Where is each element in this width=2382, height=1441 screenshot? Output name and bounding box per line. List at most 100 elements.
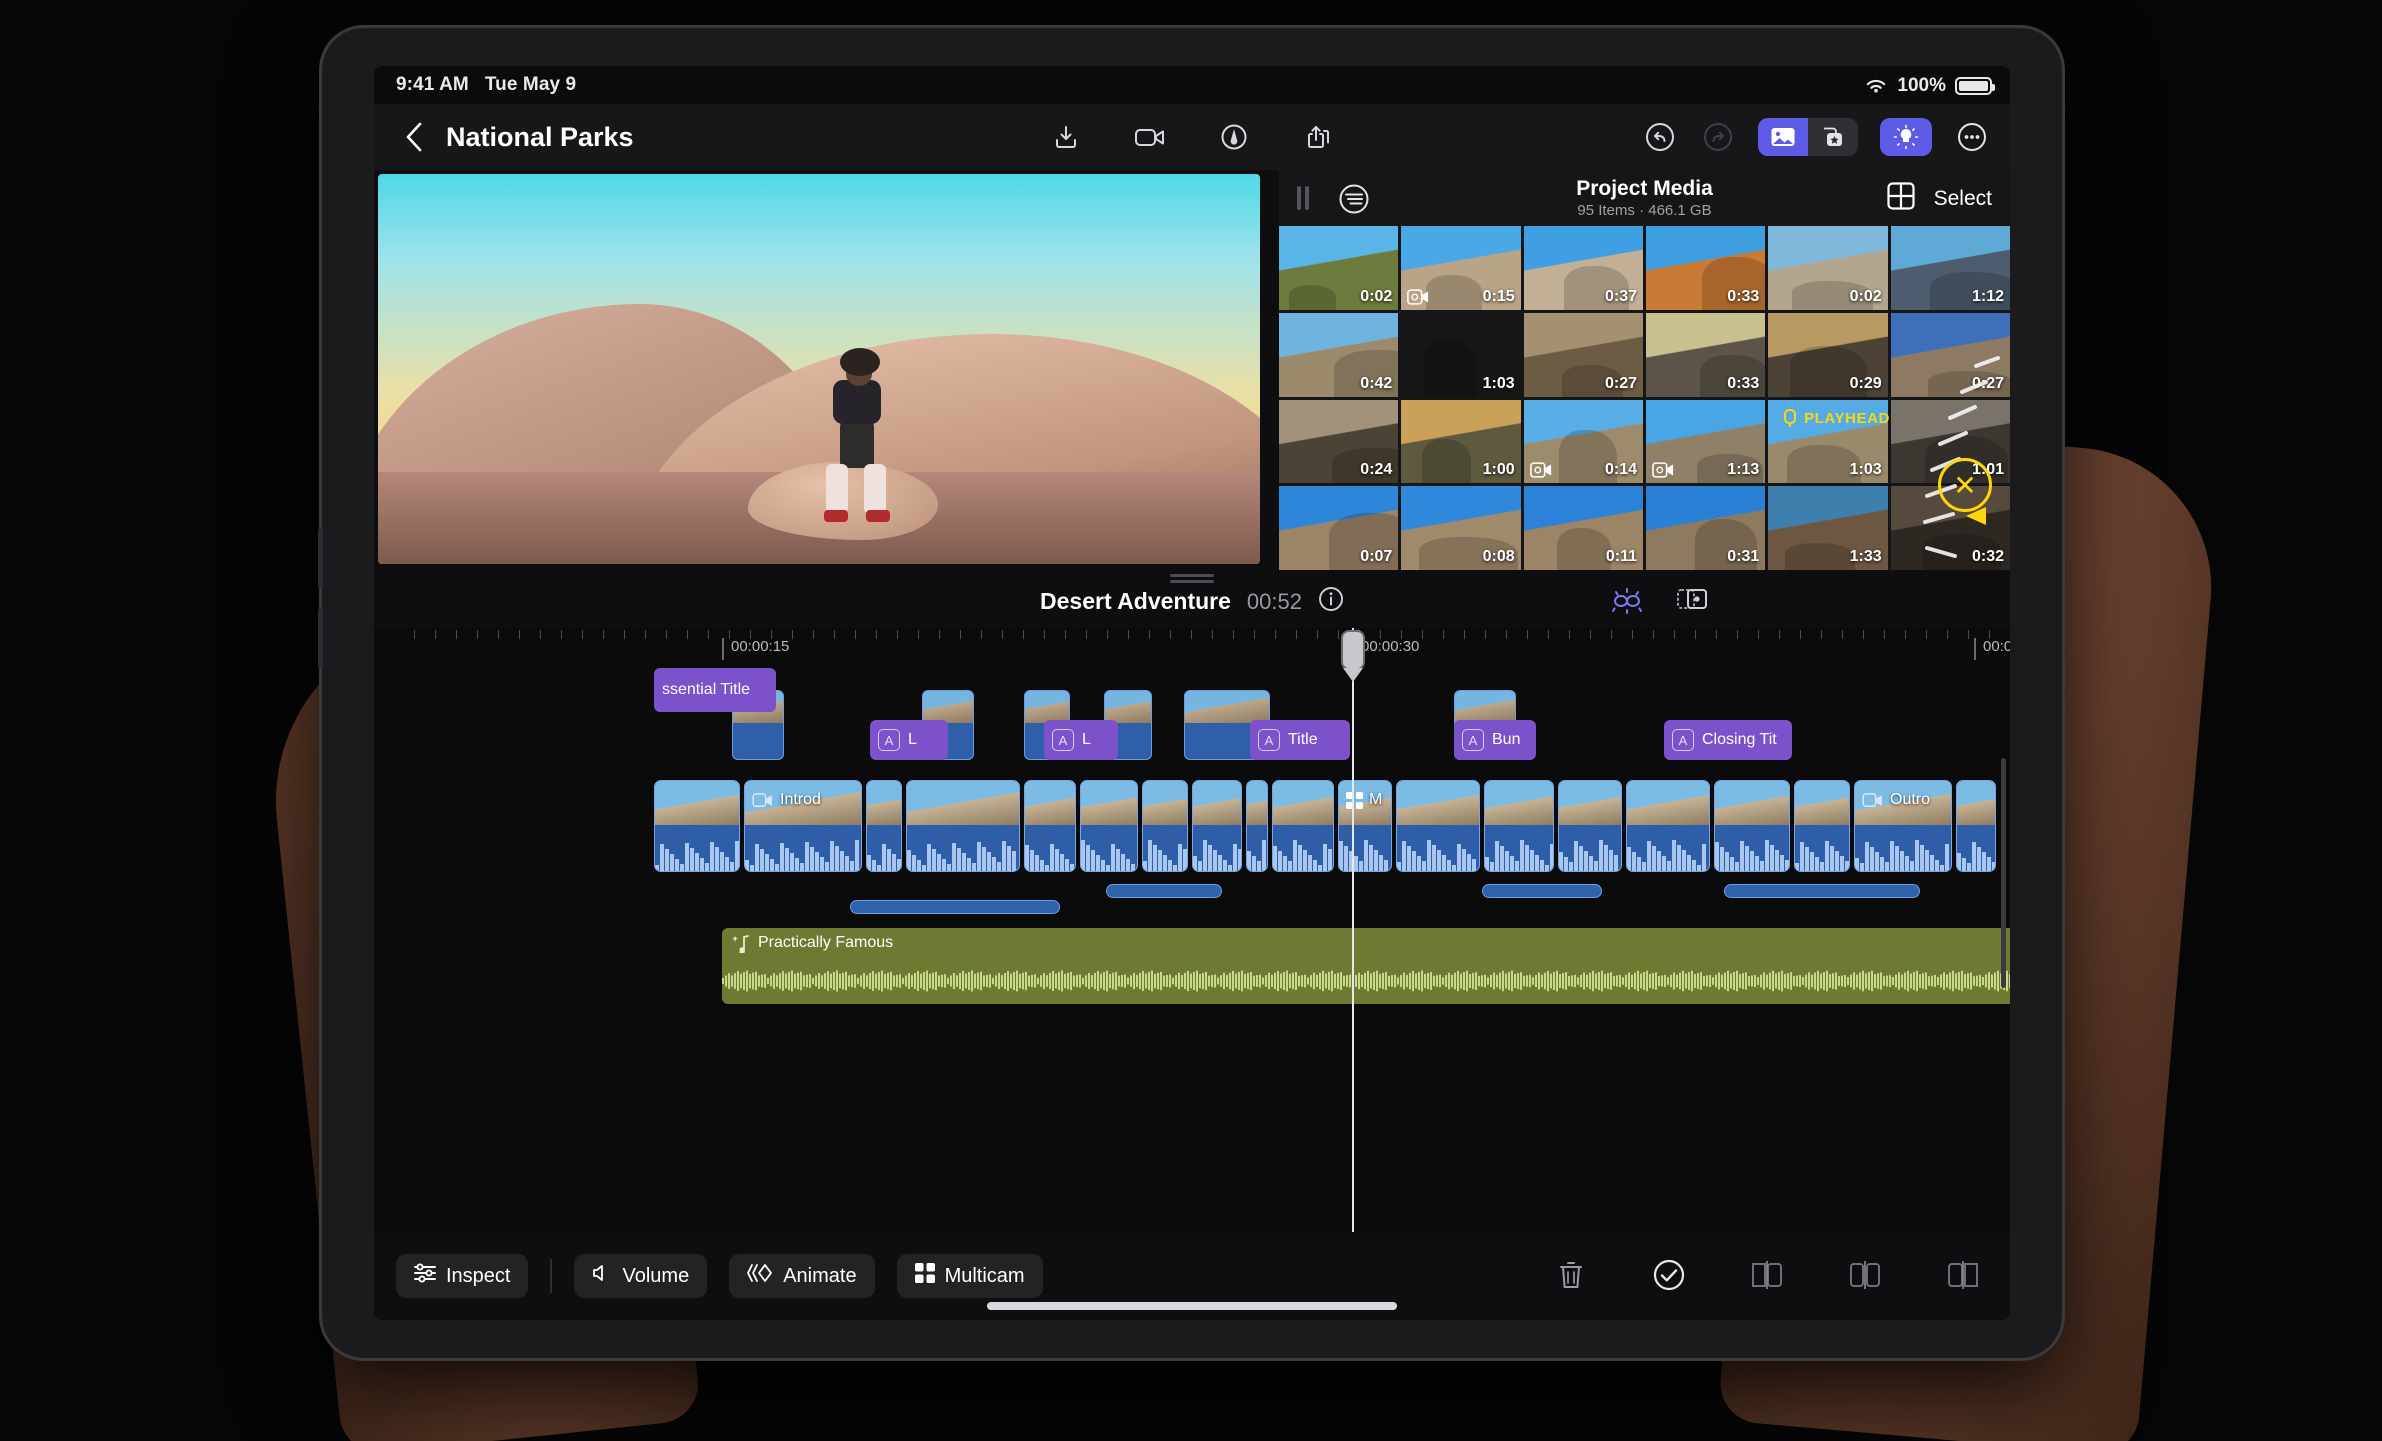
redo-icon[interactable] (1700, 119, 1736, 155)
undo-icon[interactable] (1642, 119, 1678, 155)
title-clip[interactable]: AL (870, 720, 948, 760)
clip-duration: 0:07 (1360, 548, 1393, 565)
media-clip-thumbnail[interactable]: 0:33 (1646, 226, 1766, 310)
title-clip[interactable]: ssential Title (654, 668, 776, 712)
media-clip-thumbnail[interactable]: 0:37 (1523, 226, 1643, 310)
storyline-clip[interactable] (1192, 780, 1242, 872)
back-button[interactable] (396, 118, 432, 156)
clip-duration: 0:31 (1727, 548, 1760, 565)
ruler-tick (1275, 630, 1276, 639)
split-left-icon[interactable] (1748, 1256, 1786, 1294)
media-clip-thumbnail[interactable]: 1:33 (1768, 486, 1888, 570)
ruler-tick (708, 630, 709, 639)
storyline-clip[interactable] (1484, 780, 1554, 872)
storyline-clip[interactable] (1794, 780, 1850, 872)
volume-button[interactable]: Volume (574, 1254, 708, 1298)
auto-enhance-icon[interactable] (1610, 584, 1644, 619)
music-clip[interactable]: Practically Famous (722, 928, 2010, 1004)
media-clip-thumbnail[interactable]: 0:42 (1279, 312, 1399, 397)
media-clip-thumbnail[interactable]: 0:33 (1646, 312, 1766, 397)
storyline-clip[interactable] (1956, 780, 1996, 872)
storyline-clip[interactable] (1272, 780, 1334, 872)
storyline-clip[interactable] (1080, 780, 1138, 872)
title-lane: ssential Title A L A L A Title A Bun A Closing Tit (374, 668, 2010, 768)
ruler-label: 00:00:15 (722, 638, 789, 660)
timeline[interactable]: 00:00:1500:00:3000:00:45 ssential Title A… (374, 628, 2010, 1232)
trash-icon[interactable] (1552, 1256, 1590, 1294)
media-clip-thumbnail[interactable]: 0:24 (1279, 399, 1399, 484)
storyline-clip[interactable] (906, 780, 1020, 872)
storyline-clip[interactable]: Introd (744, 780, 862, 872)
storyline-clip[interactable] (1246, 780, 1268, 872)
split-right-icon[interactable] (1944, 1256, 1982, 1294)
record-video-icon[interactable] (1132, 119, 1168, 155)
storyline-clip[interactable] (1142, 780, 1188, 872)
inspect-button[interactable]: Inspect (396, 1254, 529, 1298)
media-clip-thumbnail[interactable]: 0:27 (1523, 312, 1643, 397)
title-clip[interactable]: A Bun (1454, 720, 1536, 760)
storyline-clip[interactable] (1626, 780, 1710, 872)
ruler-tick (1191, 630, 1192, 639)
title-clip[interactable]: A Title (1250, 720, 1350, 760)
timeline-scrollbar[interactable] (2001, 758, 2006, 988)
media-clip-thumbnail[interactable]: 0:11 (1523, 486, 1643, 570)
playhead-knob[interactable] (1341, 630, 1365, 670)
storyline-clip[interactable] (1396, 780, 1480, 872)
volume-down-button[interactable] (318, 608, 323, 668)
storyline-clip[interactable]: M (1338, 780, 1392, 872)
attached-audio-clip[interactable] (1724, 884, 1920, 898)
info-circle-icon[interactable] (1318, 586, 1344, 617)
title-clip[interactable]: AL (1044, 720, 1118, 760)
storyline-clip[interactable] (1024, 780, 1076, 872)
home-indicator[interactable] (987, 1302, 1397, 1310)
media-clip-thumbnail[interactable]: 1:00 (1401, 399, 1521, 484)
ruler-tick (1422, 630, 1423, 639)
media-clip-thumbnail[interactable]: 0:07 (1279, 486, 1399, 570)
storyline-clip[interactable] (654, 780, 740, 872)
attached-audio-clip[interactable] (850, 900, 1060, 914)
media-clip-thumbnail[interactable]: 0:29 (1768, 312, 1888, 397)
title-clip[interactable]: A Closing Tit (1664, 720, 1792, 760)
close-x-icon[interactable]: ✕ (1938, 458, 1992, 512)
media-clip-thumbnail[interactable]: 1:12 (1890, 226, 2010, 310)
media-clip-thumbnail[interactable]: 1:13 (1646, 399, 1766, 484)
select-button[interactable]: Select (1934, 187, 1992, 211)
import-icon[interactable] (1048, 119, 1084, 155)
share-icon[interactable] (1300, 119, 1336, 155)
magic-wand-icon[interactable] (1216, 119, 1252, 155)
media-clip-thumbnail[interactable]: 0:02 (1768, 226, 1888, 310)
storyline-clip[interactable]: Outro (1854, 780, 1952, 872)
split-center-icon[interactable] (1846, 1256, 1884, 1294)
toolbar-separator (550, 1259, 553, 1293)
media-clip-thumbnail[interactable]: 0:14 (1523, 399, 1643, 484)
ruler-tick (981, 630, 982, 639)
multicam-button[interactable]: Multicam (896, 1254, 1043, 1298)
effects-browser-toggle[interactable] (1808, 118, 1858, 156)
storyline-clip[interactable] (1558, 780, 1622, 872)
media-clip-thumbnail[interactable]: 0:31 (1646, 486, 1766, 570)
volume-up-button[interactable] (318, 528, 323, 588)
playhead[interactable] (1341, 628, 1365, 1232)
storyline-clip[interactable] (1714, 780, 1790, 872)
video-viewer[interactable] (378, 174, 1260, 564)
media-clip-thumbnail[interactable]: 0:27 (1890, 312, 2010, 397)
timeline-resize-grabber[interactable] (1170, 574, 1214, 583)
media-clip-thumbnail[interactable]: 1:03 (1401, 313, 1520, 397)
animate-button[interactable]: Animate (729, 1254, 875, 1298)
more-ellipsis-icon[interactable] (1954, 119, 1990, 155)
storyline-clip[interactable] (866, 780, 902, 872)
check-circle-icon[interactable] (1650, 1256, 1688, 1294)
grid-view-icon[interactable] (1886, 181, 1916, 216)
media-clip-thumbnail[interactable]: 0:02 (1279, 226, 1399, 310)
enhance-light-button[interactable] (1880, 118, 1932, 156)
clip-duration: 0:15 (1482, 287, 1515, 305)
attached-audio-clip[interactable] (1106, 884, 1222, 898)
playhead-tip (1343, 668, 1363, 682)
media-browser-toggle[interactable] (1758, 118, 1808, 156)
media-clip-thumbnail[interactable]: 0:08 (1401, 486, 1521, 570)
duplicate-clip-icon[interactable] (1676, 585, 1710, 618)
media-clip-thumbnail[interactable]: 0:15 (1401, 226, 1521, 310)
timeline-ruler[interactable]: 00:00:1500:00:3000:00:45 (374, 628, 2010, 664)
title-a-icon: A (1672, 729, 1694, 751)
attached-audio-clip[interactable] (1482, 884, 1602, 898)
